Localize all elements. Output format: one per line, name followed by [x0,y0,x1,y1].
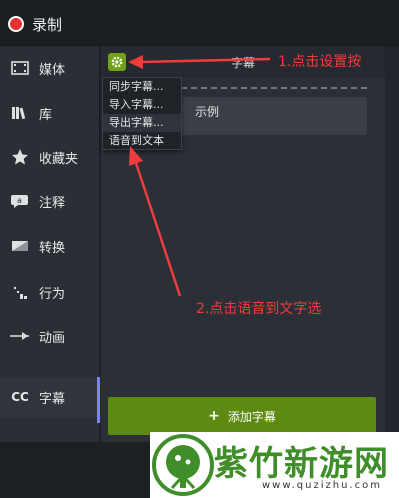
caption-text[interactable]: 示例 [195,103,219,120]
sidebar: 媒体 库 收藏夹 a 注释 转换 行为 动画 CC 字幕 [0,46,100,488]
behavior-icon [5,283,35,301]
menu-item-speech-to-text[interactable]: 语音到文本 [103,132,181,150]
menu-item-export-captions[interactable]: 导出字幕... [103,114,181,132]
watermark-title: 紫竹新游网 [214,444,389,484]
record-icon[interactable] [8,16,24,32]
title-bar: 录制 [0,0,399,46]
sidebar-item-label: 转换 [39,240,66,256]
sidebar-item-transitions[interactable]: 转换 [0,226,100,266]
annotation-step-2: 2.点击语音到文字选 [196,301,322,317]
menu-item-import-captions[interactable]: 导入字幕... [103,96,181,114]
panel-title: 字幕 [231,56,256,70]
sidebar-item-label: 注释 [39,195,66,211]
sidebar-item-behaviors[interactable]: 行为 [0,272,100,312]
sidebar-item-label: 收藏夹 [39,151,79,167]
settings-button[interactable] [108,53,126,71]
watermark: 紫竹新游网 www.quzizhu.com [150,432,399,498]
add-caption-button[interactable]: + 添加字幕 [108,397,376,435]
gear-icon [111,56,123,68]
animation-icon [5,330,35,342]
sidebar-item-media[interactable]: 媒体 [0,48,100,88]
sidebar-item-label: 字幕 [39,391,66,407]
plus-icon: + [208,408,220,424]
add-caption-label: 添加字幕 [227,409,276,424]
sidebar-item-library[interactable]: 库 [0,93,100,133]
settings-menu: 同步字幕... 导入字幕... 导出字幕... 语音到文本 [102,77,182,150]
menu-item-sync-captions[interactable]: 同步字幕... [103,78,181,96]
sidebar-item-label: 动画 [39,330,66,346]
annotation-step-1: 1.点击设置按 [278,54,362,70]
film-icon [5,60,35,76]
transition-icon [5,239,35,253]
caption-item[interactable]: 示例 [181,97,367,135]
tree-logo-icon [152,434,214,496]
sidebar-item-label: 行为 [39,286,66,302]
sidebar-item-favorites[interactable]: 收藏夹 [0,137,100,177]
annotation-icon: a [5,193,35,209]
svg-text:a: a [17,196,22,205]
sidebar-item-captions[interactable]: CC 字幕 [0,377,100,423]
record-label[interactable]: 录制 [32,14,62,35]
watermark-url: www.quzizhu.com [262,480,382,491]
sidebar-item-label: 库 [39,107,53,123]
cc-icon: CC [11,390,29,404]
sidebar-item-animations[interactable]: 动画 [0,316,100,356]
sidebar-item-annotations[interactable]: a 注释 [0,181,100,221]
divider [181,87,367,89]
library-icon [5,105,35,121]
star-icon [5,148,35,166]
sidebar-item-label: 媒体 [39,62,66,78]
